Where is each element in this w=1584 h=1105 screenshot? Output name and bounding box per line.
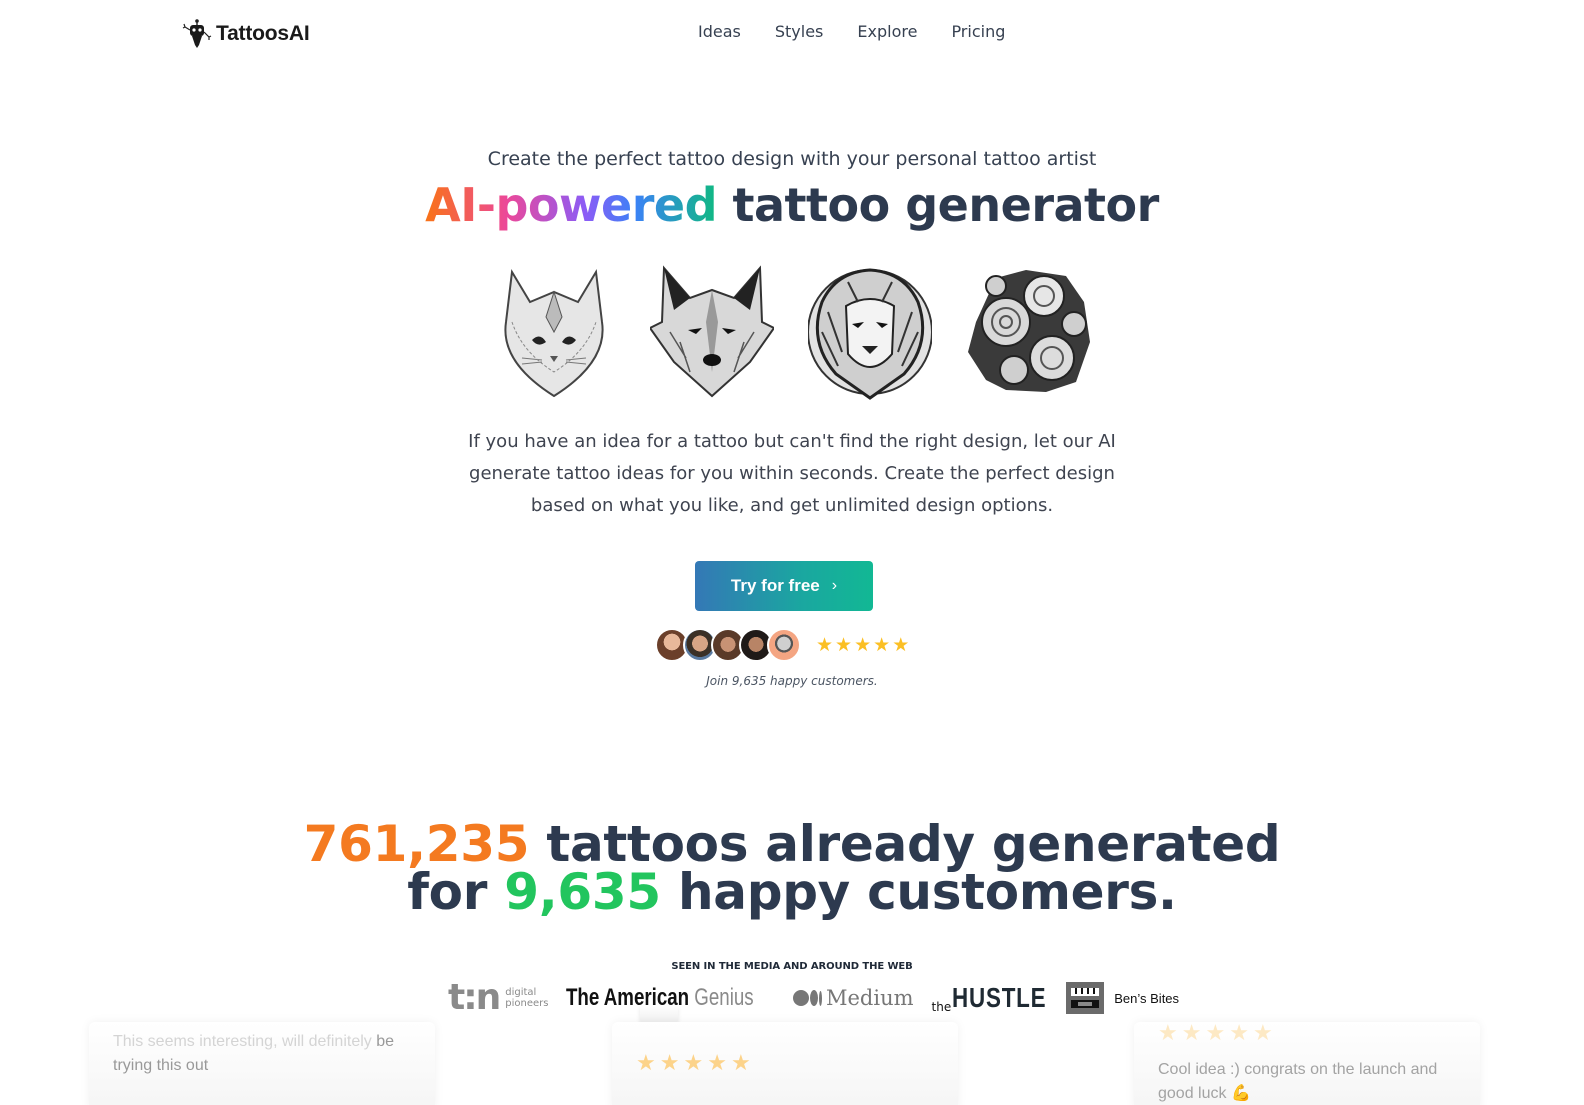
media-title: SEEN IN THE MEDIA AND AROUND THE WEB <box>671 961 913 972</box>
testimonial-card: ★ ★ ★ ★ ★ Cool idea :) congrats on the l… <box>1134 1022 1480 1105</box>
bens-bites-text: Ben’s Bites <box>1114 990 1180 1006</box>
customer-avatars <box>655 628 801 662</box>
cta-label: Try for free <box>730 576 820 595</box>
hustle-text: HUSTLE <box>952 982 1047 1013</box>
star-icon: ★ <box>892 634 910 656</box>
star-icon: ★ <box>854 634 872 656</box>
tattoo-image-cat <box>492 262 616 400</box>
nav-styles[interactable]: Styles <box>775 22 824 41</box>
hustle-the: the <box>931 1000 952 1014</box>
robot-logo-icon <box>182 19 212 48</box>
tattoo-image-wolf <box>648 262 776 400</box>
testimonial-stars: ★ ★ ★ ★ ★ <box>636 1052 751 1076</box>
star-icon: ★ <box>730 1051 751 1076</box>
avatar <box>767 628 801 662</box>
tattoo-image-roses <box>966 262 1090 400</box>
logo-link[interactable]: TattoosAI <box>182 18 310 50</box>
testimonial-text: Cool idea :) congrats on the launch and … <box>1158 1061 1438 1102</box>
star-icon: ★ <box>1158 1021 1178 1046</box>
stats-line2-prefix: for <box>407 863 505 921</box>
hustle-logo[interactable]: the HUSTLE <box>932 982 1051 1014</box>
main-nav: Ideas Styles Explore Pricing <box>698 22 1039 41</box>
media-logos: t:n digital pioneers The American Genius … <box>448 978 1179 1018</box>
star-icon: ★ <box>1252 1021 1273 1046</box>
hero-headline: AI-powered tattoo generator <box>0 178 1584 232</box>
headline-gradient-text: AI-powered <box>425 178 717 232</box>
testimonial-text: This seems interesting, will definitely … <box>113 1033 395 1074</box>
t3n-logo[interactable]: t:n digital pioneers <box>448 980 548 1016</box>
star-icon: ★ <box>659 1051 680 1076</box>
testimonial-card: This seems interesting, will definitely … <box>89 1022 435 1105</box>
medium-dots-icon <box>793 990 822 1006</box>
join-customers-text: Join 9,635 happy customers. <box>706 674 878 688</box>
hero-subtitle: Create the perfect tattoo design with yo… <box>487 148 1097 170</box>
t3n-mark: t:n <box>448 977 501 1018</box>
star-icon: ★ <box>1229 1021 1249 1046</box>
logo-text: TattoosAI <box>216 22 310 45</box>
nav-ideas[interactable]: Ideas <box>698 22 741 41</box>
bens-bites-logo[interactable]: Ben’s Bites <box>1066 982 1179 1014</box>
t3n-line2: pioneers <box>505 998 549 1009</box>
tattoo-gallery <box>492 262 1092 402</box>
tattoo-image-lion <box>807 262 933 400</box>
star-icon: ★ <box>1205 1021 1226 1046</box>
star-icon: ★ <box>835 634 853 656</box>
testimonial-card: ★ ★ ★ ★ ★ <box>612 1022 958 1105</box>
customers-count: 9,635 <box>504 863 661 921</box>
stats-heading: 761,235 tattoos already generated for 9,… <box>0 819 1584 917</box>
nav-explore[interactable]: Explore <box>857 22 917 41</box>
headline-rest: tattoo generator <box>717 178 1160 232</box>
star-icon: ★ <box>707 1051 727 1076</box>
star-icon: ★ <box>683 1051 704 1076</box>
bens-bites-icon <box>1066 982 1105 1014</box>
star-icon: ★ <box>636 1051 656 1076</box>
star-icon: ★ <box>873 634 891 656</box>
t3n-line1: digital <box>505 987 537 998</box>
medium-logo[interactable]: Medium <box>793 986 914 1010</box>
medium-text: Medium <box>826 986 914 1010</box>
hero-description: If you have an idea for a tattoo but can… <box>468 431 1116 516</box>
amg-light: Genius <box>689 984 755 1011</box>
stats-line2-rest: happy customers. <box>660 863 1177 921</box>
site-header: TattoosAI Ideas Styles Explore Pricing <box>0 0 1584 70</box>
nav-pricing[interactable]: Pricing <box>951 22 1005 41</box>
star-icon: ★ <box>816 634 834 656</box>
testimonial-stars: ★ ★ ★ ★ ★ <box>1158 1022 1273 1046</box>
chevron-right-icon: › <box>831 577 838 594</box>
try-for-free-button[interactable]: Try for free › <box>695 561 873 611</box>
star-icon: ★ <box>1181 1021 1202 1046</box>
rating-stars: ★ ★ ★ ★ ★ <box>816 634 909 656</box>
